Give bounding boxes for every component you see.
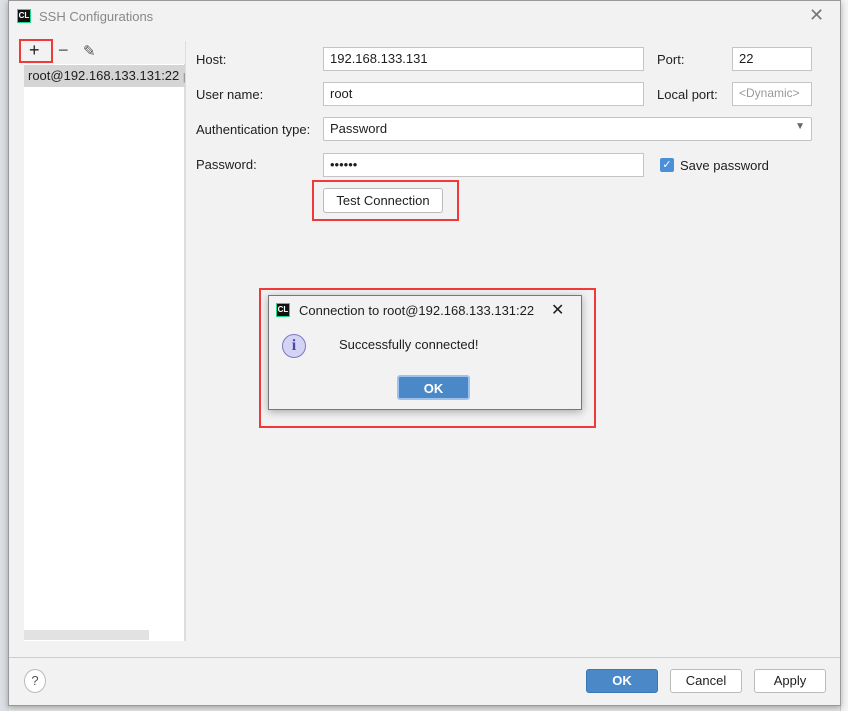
list-item-label: root@192.168.133.131:22 <box>28 68 180 83</box>
test-connection-button[interactable]: Test Connection <box>323 188 443 213</box>
apply-button[interactable]: Apply <box>754 669 826 693</box>
password-label: Password: <box>196 157 257 172</box>
ok-button[interactable]: OK <box>586 669 658 693</box>
password-input[interactable]: •••••• <box>323 153 644 177</box>
config-list <box>24 64 185 641</box>
auth-label: Authentication type: <box>196 122 311 137</box>
auth-value: Password <box>330 121 388 136</box>
list-item[interactable]: root@192.168.133.131:22 p <box>24 65 185 87</box>
popup-ok-button[interactable]: OK <box>397 375 470 400</box>
username-label: User name: <box>196 87 264 102</box>
footer-divider <box>9 657 840 658</box>
popup-message: Successfully connected! <box>339 337 479 352</box>
username-input[interactable]: root <box>323 82 644 106</box>
close-icon[interactable]: ✕ <box>809 5 824 26</box>
host-input[interactable]: 192.168.133.131 <box>323 47 644 71</box>
add-button[interactable]: + <box>29 40 40 61</box>
horizontal-scrollbar[interactable] <box>24 630 149 640</box>
save-password-checkbox[interactable]: ✓ <box>660 158 674 172</box>
window-title: SSH Configurations <box>39 9 154 24</box>
help-button[interactable]: ? <box>24 669 46 693</box>
cancel-button[interactable]: Cancel <box>670 669 742 693</box>
divider <box>185 41 186 641</box>
popup-title: Connection to root@192.168.133.131:22 <box>299 303 535 318</box>
popup-close-icon[interactable]: ✕ <box>551 300 564 320</box>
ssh-configurations-dialog: CL SSH Configurations ✕ + − ✎ root@192.1… <box>8 0 841 706</box>
info-icon: i <box>282 334 306 358</box>
chevron-down-icon: ▼ <box>795 121 805 132</box>
connection-popup: CL Connection to root@192.168.133.131:22… <box>268 295 582 410</box>
remove-button[interactable]: − <box>58 40 69 61</box>
popup-logo: CL <box>276 303 290 317</box>
save-password-label: Save password <box>680 158 769 173</box>
background-window-right <box>840 0 848 711</box>
port-label: Port: <box>657 52 685 67</box>
app-logo: CL <box>17 9 31 23</box>
port-input[interactable]: 22 <box>732 47 812 71</box>
pencil-icon[interactable]: ✎ <box>83 42 96 60</box>
auth-select[interactable]: Password ▼ <box>323 117 812 141</box>
localport-input[interactable]: <Dynamic> <box>732 82 812 106</box>
host-label: Host: <box>196 52 227 67</box>
localport-label: Local port: <box>657 87 718 102</box>
list-item-suffix: p <box>183 68 185 83</box>
